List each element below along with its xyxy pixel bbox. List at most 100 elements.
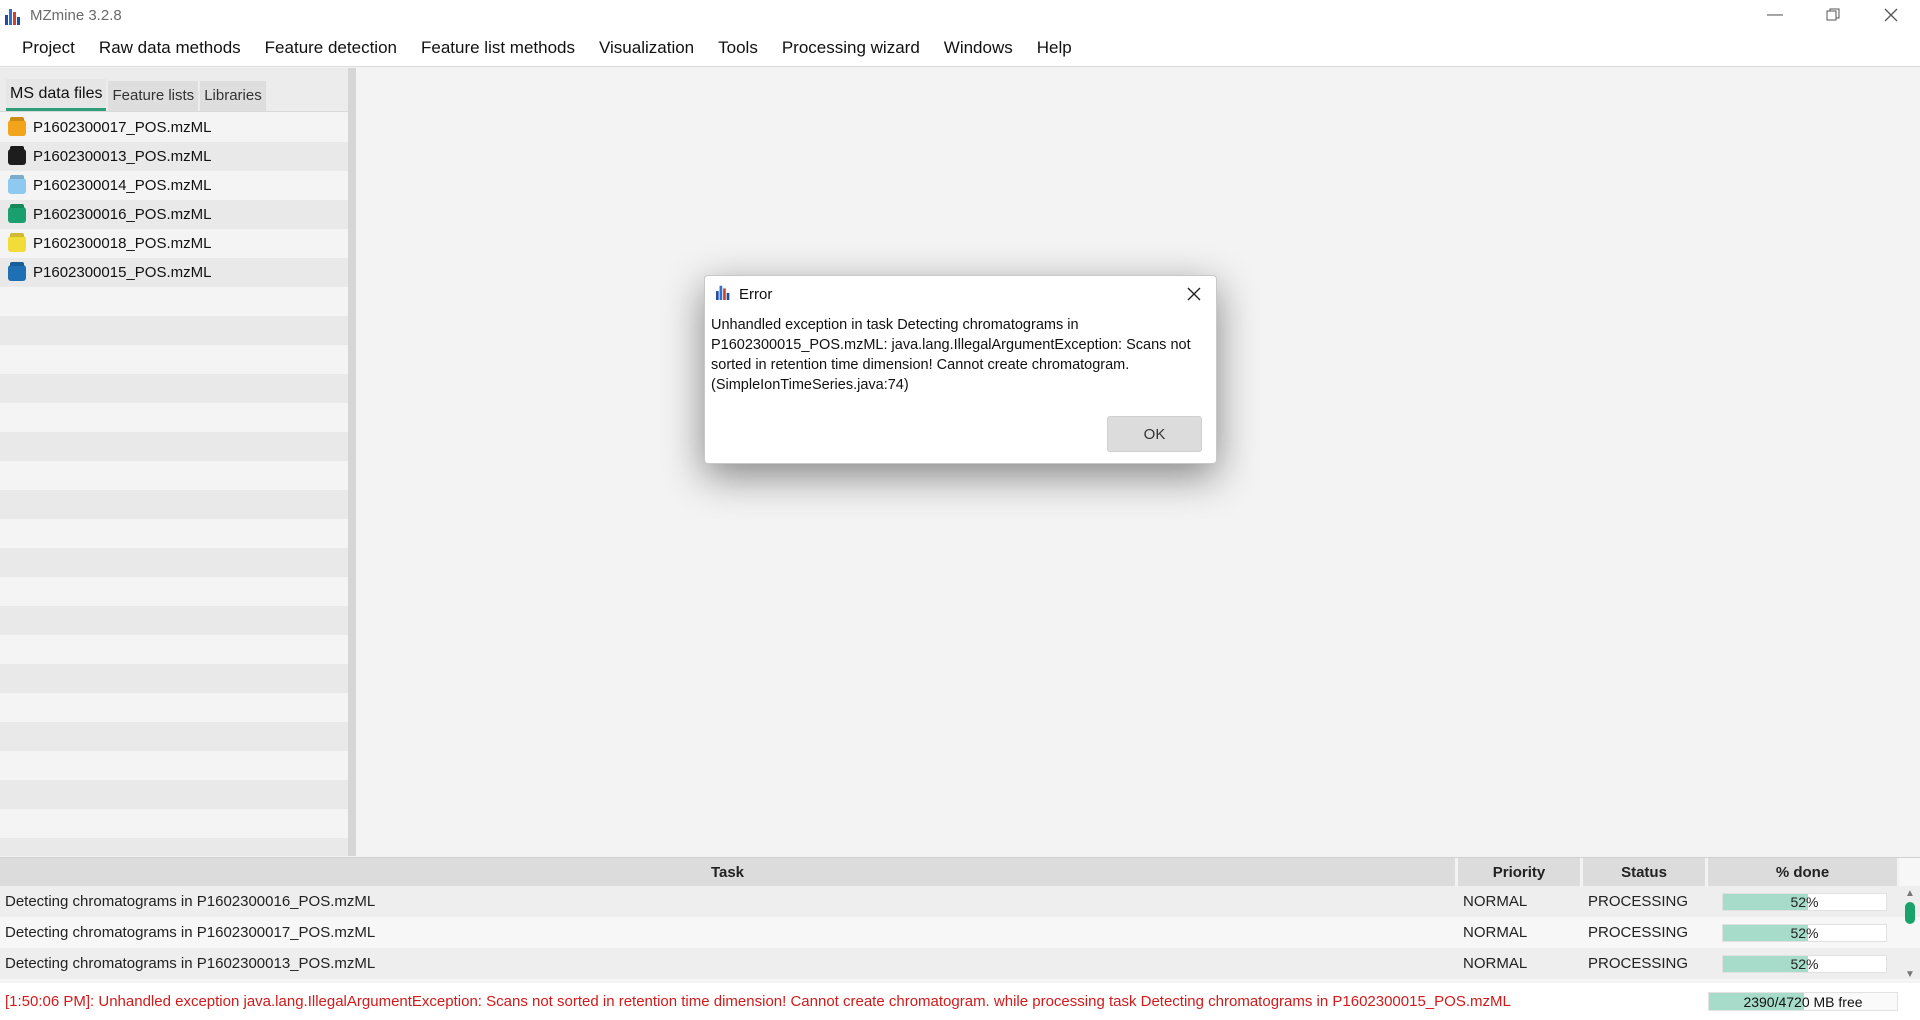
file-item[interactable]: P1602300014_POS.mzML xyxy=(0,171,348,200)
dialog-title: Error xyxy=(739,285,773,303)
file-name: P1602300017_POS.mzML xyxy=(33,119,212,136)
task-table-header: Task Priority Status % done xyxy=(0,857,1920,886)
close-icon[interactable] xyxy=(1182,282,1206,306)
file-item[interactable]: P1602300016_POS.mzML xyxy=(0,200,348,229)
progress-bar: 52% xyxy=(1722,954,1887,973)
project-panel: MS data files Feature lists Libraries P1… xyxy=(0,68,356,856)
tab-feature-lists[interactable]: Feature lists xyxy=(108,81,199,111)
file-item[interactable]: P1602300013_POS.mzML xyxy=(0,142,348,171)
dialog-message: Unhandled exception in task Detecting ch… xyxy=(711,317,1191,393)
close-icon[interactable] xyxy=(1862,0,1920,30)
task-name: Detecting chromatograms in P1602300013_P… xyxy=(5,955,376,972)
task-table: Task Priority Status % done Detecting ch… xyxy=(0,857,1920,981)
menu-feature-list-methods[interactable]: Feature list methods xyxy=(409,30,587,67)
menu-visualization[interactable]: Visualization xyxy=(587,30,706,67)
window-controls: — xyxy=(1746,0,1920,30)
dialog-header: Error xyxy=(705,276,1216,312)
menu-windows[interactable]: Windows xyxy=(932,30,1025,67)
empty-row xyxy=(0,693,348,722)
minimize-icon[interactable]: — xyxy=(1746,0,1804,30)
file-item[interactable]: P1602300018_POS.mzML xyxy=(0,229,348,258)
memory-label: 2390/4720 MB free xyxy=(1743,993,1863,1010)
empty-row xyxy=(0,345,348,374)
empty-row xyxy=(0,461,348,490)
raw-file-icon xyxy=(8,177,26,194)
empty-row xyxy=(0,490,348,519)
column-header-status[interactable]: Status xyxy=(1583,858,1708,886)
raw-file-icon xyxy=(8,148,26,165)
menu-bar: Project Raw data methods Feature detecti… xyxy=(0,30,1920,67)
file-name: P1602300016_POS.mzML xyxy=(33,206,212,223)
progress-label: 52% xyxy=(1790,924,1819,941)
tab-libraries[interactable]: Libraries xyxy=(200,81,266,111)
task-table-scrollbar[interactable]: ▲ ▼ xyxy=(1900,888,1920,981)
ms-data-file-list: P1602300017_POS.mzML P1602300013_POS.mzM… xyxy=(0,113,348,856)
menu-project[interactable]: Project xyxy=(10,30,87,67)
status-bar: [1:50:06 PM]: Unhandled exception java.l… xyxy=(0,983,1920,1020)
file-name: P1602300013_POS.mzML xyxy=(33,148,212,165)
empty-row xyxy=(0,664,348,693)
task-priority: NORMAL xyxy=(1463,955,1528,972)
empty-row xyxy=(0,780,348,809)
empty-row xyxy=(0,519,348,548)
project-tabs: MS data files Feature lists Libraries xyxy=(0,68,348,112)
raw-file-icon xyxy=(8,206,26,223)
task-status: PROCESSING xyxy=(1588,893,1689,910)
column-header-priority[interactable]: Priority xyxy=(1458,858,1583,886)
mzmine-logo-icon xyxy=(4,5,26,25)
task-priority: NORMAL xyxy=(1463,893,1528,910)
empty-row xyxy=(0,751,348,780)
empty-row xyxy=(0,606,348,635)
empty-row xyxy=(0,316,348,345)
task-priority: NORMAL xyxy=(1463,924,1528,941)
empty-row xyxy=(0,838,348,856)
menu-processing-wizard[interactable]: Processing wizard xyxy=(770,30,932,67)
menu-tools[interactable]: Tools xyxy=(706,30,770,67)
error-dialog: Error Unhandled exception in task Detect… xyxy=(704,275,1217,464)
file-item[interactable]: P1602300015_POS.mzML xyxy=(0,258,348,287)
raw-file-icon xyxy=(8,119,26,136)
task-name: Detecting chromatograms in P1602300017_P… xyxy=(5,924,376,941)
ok-button[interactable]: OK xyxy=(1107,416,1202,452)
raw-file-icon xyxy=(8,235,26,252)
table-row[interactable]: Detecting chromatograms in P1602300017_P… xyxy=(0,917,1920,948)
empty-row xyxy=(0,577,348,606)
progress-label: 52% xyxy=(1790,955,1819,972)
tab-ms-data-files[interactable]: MS data files xyxy=(6,79,107,111)
empty-row xyxy=(0,287,348,316)
task-name: Detecting chromatograms in P1602300016_P… xyxy=(5,893,376,910)
mzmine-logo-icon xyxy=(715,284,733,305)
task-status: PROCESSING xyxy=(1588,955,1689,972)
column-header-done[interactable]: % done xyxy=(1708,858,1900,886)
chevron-up-icon[interactable]: ▲ xyxy=(1905,888,1915,900)
table-row[interactable]: Detecting chromatograms in P1602300016_P… xyxy=(0,886,1920,917)
restore-icon[interactable] xyxy=(1804,0,1862,30)
file-name: P1602300018_POS.mzML xyxy=(33,235,212,252)
progress-label: 52% xyxy=(1790,893,1819,910)
menu-raw-data-methods[interactable]: Raw data methods xyxy=(87,30,253,67)
progress-bar: 52% xyxy=(1722,923,1887,942)
menu-help[interactable]: Help xyxy=(1025,30,1084,67)
status-message: [1:50:06 PM]: Unhandled exception java.l… xyxy=(5,993,1511,1010)
empty-row xyxy=(0,374,348,403)
empty-row xyxy=(0,432,348,461)
chevron-down-icon[interactable]: ▼ xyxy=(1905,969,1915,981)
progress-bar: 52% xyxy=(1722,892,1887,911)
task-rows: Detecting chromatograms in P1602300016_P… xyxy=(0,886,1920,979)
empty-row xyxy=(0,403,348,432)
empty-row xyxy=(0,722,348,751)
empty-row xyxy=(0,809,348,838)
table-row[interactable]: Detecting chromatograms in P1602300013_P… xyxy=(0,948,1920,979)
column-header-task[interactable]: Task xyxy=(0,858,1458,886)
scrollbar-thumb[interactable] xyxy=(1905,902,1915,924)
file-item[interactable]: P1602300017_POS.mzML xyxy=(0,113,348,142)
title-bar: MZmine 3.2.8 — xyxy=(0,0,1920,30)
file-name: P1602300014_POS.mzML xyxy=(33,177,212,194)
file-name: P1602300015_POS.mzML xyxy=(33,264,212,281)
empty-row xyxy=(0,635,348,664)
task-status: PROCESSING xyxy=(1588,924,1689,941)
raw-file-icon xyxy=(8,264,26,281)
menu-feature-detection[interactable]: Feature detection xyxy=(253,30,409,67)
window-title: MZmine 3.2.8 xyxy=(30,6,122,24)
empty-row xyxy=(0,548,348,577)
